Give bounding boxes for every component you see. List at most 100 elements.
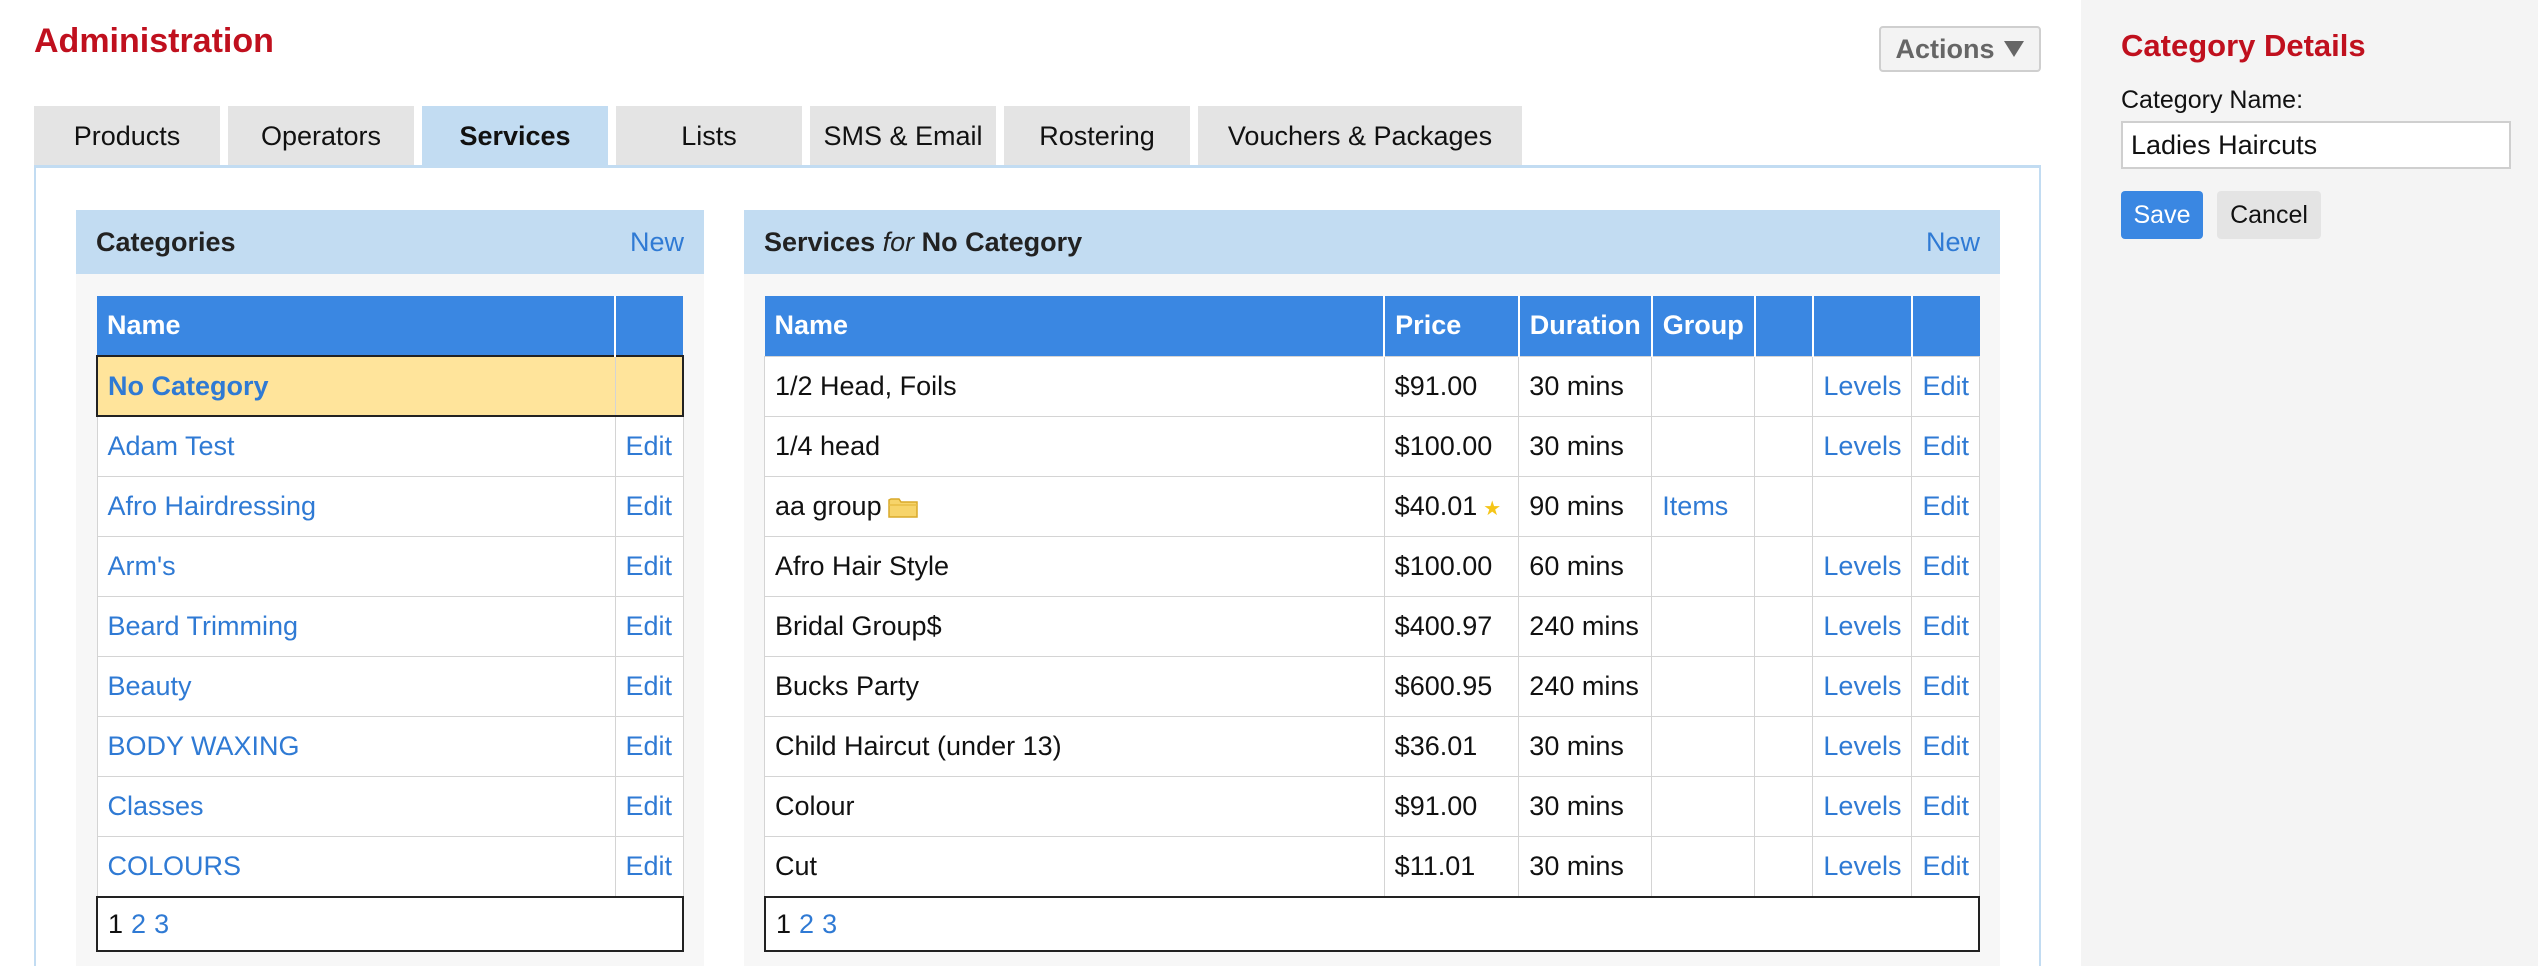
service-name: 1/4 head	[764, 415, 1385, 477]
category-edit-link[interactable]: Edit	[614, 655, 684, 717]
service-price: $11.01	[1383, 835, 1520, 897]
service-edit-link[interactable]: Edit	[1911, 475, 1980, 537]
category-edit-link[interactable]: Edit	[614, 775, 684, 837]
service-levels-link[interactable]: Levels	[1812, 835, 1913, 897]
category-details-sidebar: Category Details Category Name: Save Can…	[2081, 0, 2538, 966]
table-row[interactable]: Afro Hairdressing Edit	[96, 475, 684, 537]
tab-sms-email[interactable]: SMS & Email	[810, 106, 996, 166]
category-edit-link[interactable]: Edit	[614, 595, 684, 657]
table-row[interactable]: Classes Edit	[96, 775, 684, 837]
table-row[interactable]: No Category	[96, 355, 684, 417]
service-edit-link[interactable]: Edit	[1911, 775, 1980, 837]
table-row: 1/2 Head, Foils $91.00 30 mins Levels Ed…	[764, 355, 1980, 417]
pager-page-link[interactable]: 3	[822, 909, 837, 940]
table-row: Bridal Group$ $400.97 240 mins Levels Ed…	[764, 595, 1980, 657]
category-name-input[interactable]	[2121, 121, 2511, 169]
triangle-down-icon	[2003, 41, 2024, 57]
service-edit-link[interactable]: Edit	[1911, 655, 1980, 717]
service-group	[1651, 415, 1756, 477]
service-edit-link[interactable]: Edit	[1911, 535, 1980, 597]
tab-lists[interactable]: Lists	[616, 106, 802, 166]
services-title-category: No Category	[921, 226, 1083, 257]
service-levels-link[interactable]: Levels	[1812, 595, 1913, 657]
service-name: Afro Hair Style	[764, 535, 1385, 597]
category-details-title: Category Details	[2121, 28, 2366, 63]
star-icon: ★	[1483, 497, 1502, 520]
service-levels-link[interactable]: Levels	[1812, 415, 1913, 477]
service-name: aa group	[775, 490, 882, 521]
service-duration: 30 mins	[1518, 355, 1653, 417]
column-header-duration: Duration	[1518, 296, 1653, 356]
service-name: Cut	[764, 835, 1385, 897]
services-title: Services for No Category	[764, 227, 1082, 258]
service-edit-link[interactable]: Edit	[1911, 355, 1980, 417]
table-row[interactable]: Adam Test Edit	[96, 415, 684, 477]
service-price: $600.95	[1383, 655, 1520, 717]
service-levels-link[interactable]: Levels	[1812, 715, 1913, 777]
category-name-label: Category Name:	[2121, 86, 2304, 114]
pager-page-link[interactable]: 2	[799, 909, 814, 940]
category-name-link[interactable]: Arm's	[96, 535, 616, 597]
service-group-items-link[interactable]: Items	[1651, 475, 1756, 537]
category-name-link[interactable]: No Category	[96, 355, 616, 417]
service-group	[1651, 715, 1756, 777]
services-header-row: Name Price Duration Group	[764, 296, 1980, 356]
service-price: $36.01	[1383, 715, 1520, 777]
service-levels-link[interactable]: Levels	[1812, 655, 1913, 717]
category-edit-link[interactable]: Edit	[614, 535, 684, 597]
category-name-link[interactable]: Beard Trimming	[96, 595, 616, 657]
tab-services[interactable]: Services	[422, 106, 608, 166]
service-edit-link[interactable]: Edit	[1911, 415, 1980, 477]
tab-vouchers-packages[interactable]: Vouchers & Packages	[1198, 106, 1522, 166]
category-edit-link[interactable]: Edit	[614, 715, 684, 777]
category-edit-link[interactable]: Edit	[614, 835, 684, 897]
service-duration: 240 mins	[1518, 595, 1653, 657]
table-row[interactable]: COLOURS Edit	[96, 835, 684, 897]
column-header-blank	[1911, 296, 1980, 356]
pager-current-page: 1	[776, 908, 792, 939]
table-row[interactable]: BODY WAXING Edit	[96, 715, 684, 777]
service-edit-link[interactable]: Edit	[1911, 595, 1980, 657]
category-name-link[interactable]: Adam Test	[96, 415, 616, 477]
tab-rostering[interactable]: Rostering	[1004, 106, 1190, 166]
category-edit-link	[614, 355, 684, 417]
new-service-link[interactable]: New	[1926, 227, 1980, 258]
table-row[interactable]: Beauty Edit	[96, 655, 684, 717]
service-price: $400.97	[1383, 595, 1520, 657]
pager-page-link[interactable]: 2	[131, 909, 146, 940]
table-row[interactable]: Arm's Edit	[96, 535, 684, 597]
services-title-label: Services	[764, 226, 876, 257]
category-edit-link[interactable]: Edit	[614, 415, 684, 477]
service-name: Bucks Party	[764, 655, 1385, 717]
category-name-link[interactable]: Afro Hairdressing	[96, 475, 616, 537]
actions-button[interactable]: Actions	[1879, 26, 2041, 72]
pager-page-link[interactable]: 3	[154, 909, 169, 940]
category-name-link[interactable]: Beauty	[96, 655, 616, 717]
service-edit-link[interactable]: Edit	[1911, 715, 1980, 777]
tab-products[interactable]: Products	[34, 106, 220, 166]
service-name-cell: aa group	[764, 475, 1385, 537]
table-row[interactable]: Beard Trimming Edit	[96, 595, 684, 657]
categories-table: Name No Category Adam Test Edit Afro Hai…	[96, 296, 684, 897]
table-row: Bucks Party $600.95 240 mins Levels Edit	[764, 655, 1980, 717]
column-header-group: Group	[1651, 296, 1756, 356]
category-edit-link[interactable]: Edit	[614, 475, 684, 537]
service-group	[1651, 775, 1756, 837]
service-levels-link[interactable]: Levels	[1812, 775, 1913, 837]
category-name-link[interactable]: COLOURS	[96, 835, 616, 897]
service-name: Colour	[764, 775, 1385, 837]
cancel-button[interactable]: Cancel	[2217, 191, 2321, 239]
column-header-name: Name	[97, 296, 616, 356]
service-levels-link[interactable]: Levels	[1812, 535, 1913, 597]
service-blank-cell	[1754, 535, 1814, 597]
category-name-link[interactable]: BODY WAXING	[96, 715, 616, 777]
tab-operators[interactable]: Operators	[228, 106, 414, 166]
new-category-link[interactable]: New	[630, 227, 684, 258]
service-levels-link[interactable]: Levels	[1812, 355, 1913, 417]
column-header-blank	[615, 296, 683, 356]
service-blank-cell	[1754, 415, 1814, 477]
category-name-link[interactable]: Classes	[96, 775, 616, 837]
save-button[interactable]: Save	[2121, 191, 2203, 239]
service-edit-link[interactable]: Edit	[1911, 835, 1980, 897]
actions-label: Actions	[1895, 33, 1995, 64]
